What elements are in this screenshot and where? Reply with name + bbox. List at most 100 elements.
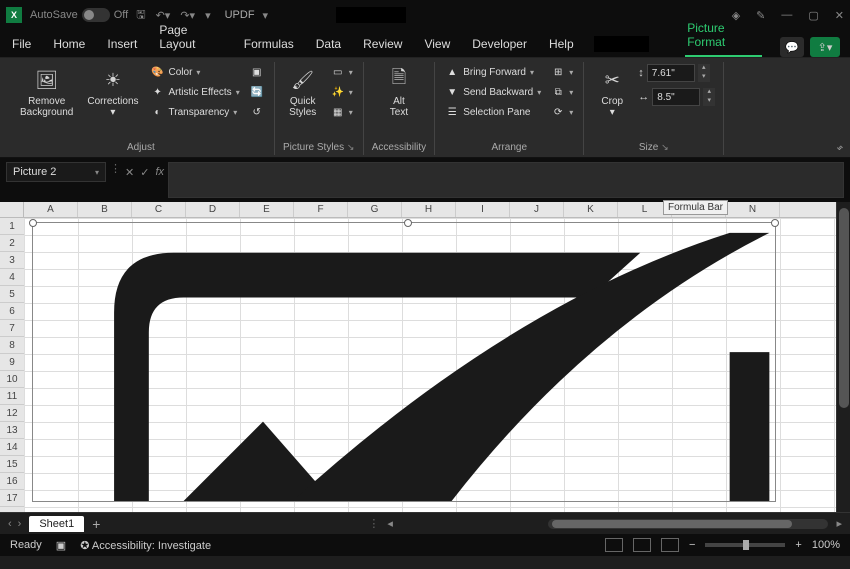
page-layout-view-icon[interactable]	[633, 538, 651, 552]
col-header[interactable]: G	[348, 202, 402, 217]
width-down[interactable]: ▾	[703, 97, 715, 106]
alt-text-button[interactable]: 🗎 Alt Text	[379, 64, 419, 120]
tab-page-layout[interactable]: Page Layout	[157, 17, 223, 57]
zoom-level[interactable]: 100%	[812, 539, 840, 551]
row-header[interactable]: 17	[0, 490, 24, 507]
row-header[interactable]: 6	[0, 303, 24, 320]
group-button[interactable]: ⧉	[549, 84, 575, 100]
height-down[interactable]: ▾	[698, 73, 710, 82]
save-icon[interactable]: 🖫	[136, 6, 145, 25]
row-header[interactable]: 3	[0, 252, 24, 269]
row-header[interactable]: 15	[0, 456, 24, 473]
bring-forward-button[interactable]: ▲Bring Forward	[443, 64, 543, 80]
height-field[interactable]	[647, 64, 695, 82]
tab-review[interactable]: Review	[361, 31, 404, 57]
minimize-icon[interactable]: —	[781, 9, 792, 21]
accessibility-status[interactable]: ✪ Accessibility: Investigate	[80, 539, 211, 552]
sheet-tab-active[interactable]: Sheet1	[29, 516, 84, 532]
formula-bar[interactable]: ⌃	[168, 162, 844, 198]
select-all-corner[interactable]	[0, 202, 24, 217]
quick-styles-button[interactable]: 🖌 Quick Styles	[283, 64, 323, 120]
normal-view-icon[interactable]	[605, 538, 623, 552]
row-header[interactable]: 12	[0, 405, 24, 422]
corrections-button[interactable]: ☀ Corrections▾	[83, 64, 142, 120]
artistic-effects-button[interactable]: ✦Artistic Effects	[149, 84, 242, 100]
styles-dialog-launcher[interactable]: ↘	[347, 142, 355, 152]
row-header[interactable]: 14	[0, 439, 24, 456]
horizontal-scrollbar[interactable]	[548, 519, 828, 529]
color-button[interactable]: 🎨Color	[149, 64, 242, 80]
picture-effects-button[interactable]: ✨	[329, 84, 355, 100]
hscroll-right-icon[interactable]: ▸	[836, 517, 842, 530]
col-header[interactable]: I	[456, 202, 510, 217]
fx-icon[interactable]: fx	[155, 166, 164, 178]
height-up[interactable]: ▴	[698, 64, 710, 73]
resize-handle-tl[interactable]	[29, 219, 37, 227]
tab-insert[interactable]: Insert	[105, 31, 139, 57]
tab-data[interactable]: Data	[314, 31, 343, 57]
col-header[interactable]: A	[24, 202, 78, 217]
name-box-dropdown-icon[interactable]: ▾	[95, 168, 99, 177]
row-header[interactable]: 11	[0, 388, 24, 405]
col-header[interactable]: H	[402, 202, 456, 217]
autosave-toggle[interactable]: AutoSave Off	[30, 8, 128, 22]
embedded-picture[interactable]	[32, 222, 776, 502]
col-header[interactable]: N	[726, 202, 780, 217]
row-header[interactable]: 16	[0, 473, 24, 490]
send-backward-button[interactable]: ▼Send Backward	[443, 84, 543, 100]
change-picture-button[interactable]: 🔄	[248, 84, 266, 100]
col-header[interactable]: F	[294, 202, 348, 217]
row-header[interactable]: 5	[0, 286, 24, 303]
add-sheet-icon[interactable]: +	[92, 516, 100, 532]
page-break-view-icon[interactable]	[661, 538, 679, 552]
row-header[interactable]: 9	[0, 354, 24, 371]
zoom-in-icon[interactable]: +	[795, 539, 801, 551]
picture-layout-button[interactable]: ▦	[329, 104, 355, 120]
maximize-icon[interactable]: ▢	[808, 9, 818, 22]
comments-button[interactable]: 💬	[780, 37, 804, 57]
hscroll-left-icon[interactable]: ◂	[387, 517, 393, 530]
row-header[interactable]: 13	[0, 422, 24, 439]
cell-grid[interactable]	[24, 218, 836, 512]
tab-picture-format[interactable]: Picture Format	[685, 15, 762, 57]
row-header[interactable]: 2	[0, 235, 24, 252]
transparency-button[interactable]: ◐Transparency	[149, 104, 242, 120]
width-up[interactable]: ▴	[703, 88, 715, 97]
size-dialog-launcher[interactable]: ↘	[661, 142, 669, 152]
scrollbar-thumb[interactable]	[839, 208, 849, 408]
cancel-formula-icon[interactable]: ✕	[125, 166, 134, 179]
col-header[interactable]: J	[510, 202, 564, 217]
col-header[interactable]: E	[240, 202, 294, 217]
col-header[interactable]: C	[132, 202, 186, 217]
col-header[interactable]: D	[186, 202, 240, 217]
rotate-button[interactable]: ⟳	[549, 104, 575, 120]
toggle-off-icon[interactable]	[82, 8, 110, 22]
resize-handle-tr[interactable]	[771, 219, 779, 227]
vertical-scrollbar[interactable]	[836, 202, 850, 512]
tab-formulas[interactable]: Formulas	[242, 31, 296, 57]
row-header[interactable]: 4	[0, 269, 24, 286]
row-header[interactable]: 10	[0, 371, 24, 388]
col-header[interactable]: K	[564, 202, 618, 217]
row-headers[interactable]: 1 2 3 4 5 6 7 8 9 10 11 12 13 14 15 16 1…	[0, 218, 24, 512]
formula-bar-collapse-icon[interactable]: ⌃	[837, 145, 845, 156]
resize-handle-t[interactable]	[404, 219, 412, 227]
macro-record-icon[interactable]: ▣	[56, 539, 66, 552]
remove-background-button[interactable]: 🖼 Remove Background	[16, 64, 77, 120]
share-button[interactable]: ⇪▾	[810, 37, 840, 57]
selection-pane-button[interactable]: ☰Selection Pane	[443, 104, 543, 120]
tab-view[interactable]: View	[422, 31, 452, 57]
row-header[interactable]: 8	[0, 337, 24, 354]
title-dropdown-icon[interactable]: ▾	[263, 9, 269, 22]
compress-button[interactable]: ▣	[248, 64, 266, 80]
zoom-out-icon[interactable]: −	[689, 539, 695, 551]
width-field[interactable]	[652, 88, 700, 106]
width-input[interactable]: ↔ ▴▾	[638, 88, 715, 106]
crop-button[interactable]: ✂ Crop▾	[592, 64, 632, 120]
align-button[interactable]: ⊞	[549, 64, 575, 80]
zoom-slider[interactable]	[705, 543, 785, 547]
hscroll-thumb[interactable]	[552, 520, 792, 528]
enter-formula-icon[interactable]: ✓	[140, 166, 149, 179]
sheet-nav-prev-icon[interactable]: ‹	[8, 518, 12, 530]
tab-help[interactable]: Help	[547, 31, 576, 57]
